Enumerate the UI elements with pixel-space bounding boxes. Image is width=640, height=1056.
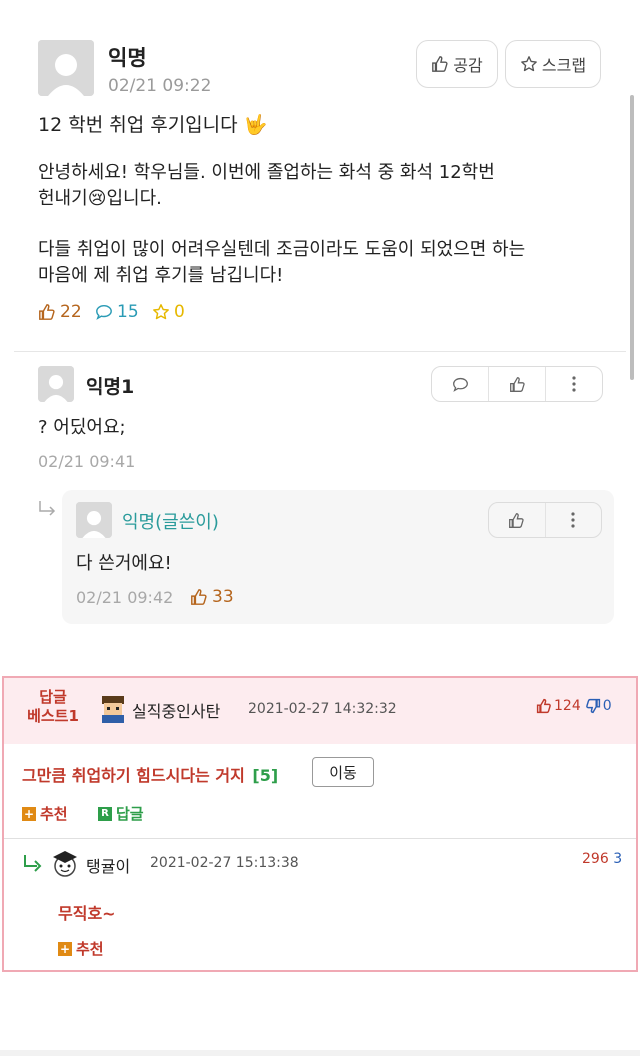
sub-recommend-button[interactable]: + 추천 [58,938,104,959]
sub-num1: 296 [582,851,609,867]
post-scrap-count: 0 [152,302,185,322]
post-body-line: 다들 취업이 많이 어려우실텐데 조금이라도 도움이 되었으면 하는 [38,239,526,260]
reply-text: 다 쓴거에요! [76,553,172,574]
best-badge: 답글 베스트1 [14,688,92,726]
avatar-placeholder-icon [38,40,94,96]
reply-action-bar [488,502,602,538]
reply-avatar [76,502,112,538]
move-label: 이동 [329,763,357,782]
more-vertical-icon [572,376,576,392]
reply-date: 02/21 09:42 [76,588,174,607]
comment-reply-button[interactable] [432,367,489,401]
post-body-line: 헌내기😢입니다. [38,186,162,212]
best-badge-line2: 베스트1 [27,707,79,725]
scrap-count-value: 0 [174,302,185,322]
thumbs-up-icon[interactable] [536,698,552,714]
comment-date: 02/21 09:41 [38,452,136,471]
like-count-value: 22 [60,302,82,322]
speech-bubble-icon [96,304,112,320]
thumbs-up-icon [39,304,55,320]
sub-text: 무직호~ [58,904,116,923]
comment-text: ? 어딨어요; [38,417,126,438]
thumbs-up-icon [509,512,524,528]
best-badge-line1: 답글 [39,688,67,706]
reply-like-value: 33 [212,587,234,607]
comment-avatar [38,366,74,402]
reply-square-icon: R [98,806,112,821]
post-like-count: 22 [38,302,82,322]
comment-author: 익명1 [86,376,135,398]
post-body-line: 안녕하세요! 학우님들. 이번에 졸업하는 화석 중 화석 12학번 [38,162,495,183]
scrap-button[interactable]: 스크랩 [505,40,601,88]
reply-label: 답글 [116,805,144,823]
thumbs-up-icon [191,589,207,605]
divider [14,351,626,352]
avatar-placeholder-icon [38,366,74,402]
author-avatar [38,40,94,96]
recommend-label: 추천 [40,805,68,823]
recommend-label: 추천 [76,940,104,958]
thumbs-down-icon[interactable] [585,698,601,714]
bottom-divider [0,1050,640,1056]
best-up-count: 124 [554,698,581,714]
best-reply-button[interactable]: R 답글 [98,803,144,824]
post-date: 02/21 09:22 [108,76,212,96]
avatar-placeholder-icon [76,502,112,538]
post-body-line: 마음에 제 취업 후기를 남깁니다! [38,265,284,286]
best-text-line: 그만큼 취업하기 힘드시다는 거지 [5] [22,762,278,786]
best-author: 실직중인사탄 [132,702,221,721]
star-outline-icon [521,56,537,72]
best-vote-area: 124 0 [536,698,612,714]
best-recommend-button[interactable]: + 추천 [22,803,68,824]
sad-face-emoji: 😢 [87,188,107,209]
sub-num2: 3 [613,851,623,867]
star-outline-icon [153,304,169,320]
plus-square-icon: + [22,806,36,821]
divider [4,838,636,839]
post-body-text: 헌내기 [38,188,88,209]
scrollbar[interactable] [630,95,634,380]
speech-bubble-icon [452,377,468,392]
empathy-button[interactable]: 공감 [416,40,498,88]
reply-more-button[interactable] [546,503,602,537]
post-body-text: 입니다. [106,188,162,209]
plus-square-icon: + [58,941,72,956]
thumbs-up-icon [509,376,525,392]
best-text: 그만큼 취업하기 힘드시다는 거지 [22,766,245,785]
empathy-label: 공감 [453,56,483,75]
comment-action-bar [431,366,603,402]
scrap-label: 스크랩 [541,56,587,75]
best-reply-count: [5] [252,766,279,785]
sub-reply-arrow-icon [24,855,42,872]
post-author: 익명 [108,46,147,70]
more-vertical-icon [571,512,575,528]
post-comment-count: 15 [95,302,139,322]
comment-count-value: 15 [117,302,139,322]
comment-more-button[interactable] [546,367,602,401]
move-button[interactable]: 이동 [312,757,374,787]
reply-author: 익명(글쓴이) [122,512,219,533]
thumbs-up-icon [432,56,448,72]
best-down-count: 0 [602,698,612,714]
character-avatar-icon [102,696,124,723]
reply-arrow-icon [39,501,56,516]
comment-like-button[interactable] [489,367,546,401]
sub-author: 탱귤이 [86,857,131,876]
best-datetime: 2021-02-27 14:32:32 [248,701,397,717]
sub-counts: 296 3 [582,851,622,867]
sub-datetime: 2021-02-27 15:13:38 [150,855,299,871]
reply-like-button[interactable] [489,503,546,537]
post-title: 12 학번 취업 후기입니다 🤟 [38,114,268,136]
reply-like-count: 33 [190,587,234,607]
graduate-avatar-icon [53,851,77,877]
